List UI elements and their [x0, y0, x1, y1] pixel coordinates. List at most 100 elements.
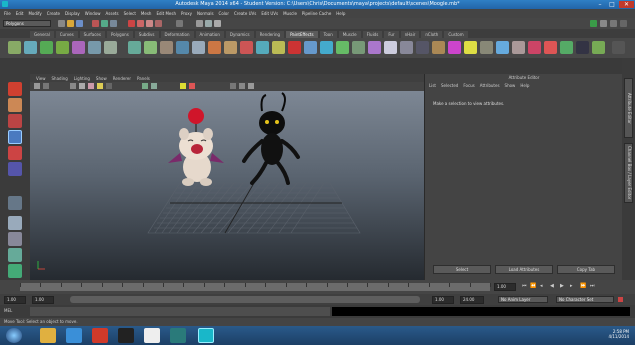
command-input[interactable] [30, 307, 330, 316]
last-tool-icon[interactable] [8, 196, 22, 210]
step-forward-frame-icon[interactable]: ▸ [570, 284, 575, 289]
go-to-end-icon[interactable]: ⏭ [590, 284, 595, 289]
gamma-icon[interactable] [189, 83, 195, 89]
tree-brush-icon[interactable] [56, 41, 69, 54]
snap-grid-icon[interactable] [128, 20, 135, 27]
select-tool-icon[interactable] [8, 82, 22, 96]
attr-menu-list[interactable]: List [429, 83, 436, 88]
shelf-tab-painteffects[interactable]: PaintEffects [286, 31, 318, 38]
paint-effects-tool-icon[interactable] [8, 41, 21, 54]
browser-icon[interactable] [66, 328, 82, 343]
attr-menu-attributes[interactable]: Attributes [480, 83, 500, 88]
explorer-icon[interactable] [40, 328, 56, 343]
menu-help[interactable]: Help [336, 11, 345, 16]
shelf-tab-curves[interactable]: Curves [55, 31, 78, 38]
snap-curve-icon[interactable] [137, 20, 144, 27]
go-to-start-icon[interactable]: ⏮ [522, 284, 527, 289]
rainbow-brush-icon[interactable] [240, 41, 253, 54]
shelf-tab-muscle[interactable]: Muscle [338, 31, 361, 38]
range-end-field[interactable]: 1.00 [432, 296, 454, 304]
anim-layer-dropdown[interactable]: No Anim Layer [498, 296, 548, 303]
terminal-icon[interactable] [118, 328, 134, 343]
shelf-tab-subdivs[interactable]: Subdivs [134, 31, 159, 38]
moogle-model[interactable] [168, 108, 224, 186]
current-frame-field[interactable]: 1.00 [494, 283, 516, 291]
hair-brush-icon[interactable] [224, 41, 237, 54]
start-frame-field[interactable]: 1.00 [4, 296, 26, 304]
attr-menu-show[interactable]: Show [505, 83, 516, 88]
viewport-menu-panels[interactable]: Panels [137, 76, 150, 81]
select-button[interactable]: Select [433, 265, 491, 274]
shadows-icon[interactable] [106, 83, 112, 89]
outliner-layout-icon[interactable] [8, 248, 22, 262]
grass-brush-icon[interactable] [40, 41, 53, 54]
time-slider[interactable]: 1.00 ⏮ ⏪ ◂ ◀ ▶ ▸ ⏩ ⏭ [0, 280, 635, 294]
menu-color[interactable]: Color [219, 11, 229, 16]
texture-brush-icon[interactable] [144, 41, 157, 54]
snap-plane-icon[interactable] [155, 20, 162, 27]
menu-edit-uvs[interactable]: Edit UVs [261, 11, 278, 16]
history-icon[interactable] [176, 20, 183, 27]
lasso-tool-icon[interactable] [8, 98, 22, 112]
menu-pipeline-cache[interactable]: Pipeline Cache [302, 11, 331, 16]
color-brush-icon[interactable] [368, 41, 381, 54]
smoke-brush-icon[interactable] [400, 41, 413, 54]
star-brush-icon[interactable] [464, 41, 477, 54]
safe-action-icon[interactable] [248, 83, 254, 89]
step-back-key-icon[interactable]: ⏪ [530, 284, 536, 289]
step-forward-key-icon[interactable]: ⏩ [580, 284, 586, 289]
viewport-menu-renderer[interactable]: Renderer [113, 76, 131, 81]
menu-display[interactable]: Display [65, 11, 80, 16]
camera-icon[interactable] [34, 83, 40, 89]
channel-box-side-tab[interactable]: Channel Box / Layer Editor [624, 143, 633, 203]
wireframe-icon[interactable] [70, 83, 76, 89]
maximize-button[interactable]: □ [606, 1, 618, 8]
menu-edit[interactable]: Edit [16, 11, 24, 16]
curve-brush-icon[interactable] [104, 41, 117, 54]
load-attributes-button[interactable]: Load Attributes [495, 265, 553, 274]
scale-tool-icon[interactable] [8, 162, 22, 176]
persp-graph-layout-icon[interactable] [8, 264, 22, 278]
attr-menu-focus[interactable]: Focus [463, 83, 474, 88]
new-scene-icon[interactable] [58, 20, 65, 27]
range-slider-bar[interactable] [70, 296, 420, 303]
menu-window[interactable]: Window [85, 11, 101, 16]
ocean-brush-icon[interactable] [320, 41, 333, 54]
light-brush-icon[interactable] [272, 41, 285, 54]
shelf-tab-surfaces[interactable]: Surfaces [79, 31, 105, 38]
viewport-menu-view[interactable]: View [36, 76, 46, 81]
sky-brush-icon[interactable] [496, 41, 509, 54]
glow-brush-icon[interactable] [288, 41, 301, 54]
shelf-tab-fur[interactable]: Fur [384, 31, 399, 38]
viewport-menu-lighting[interactable]: Lighting [74, 76, 90, 81]
ink-brush-icon[interactable] [576, 41, 589, 54]
neon-brush-icon[interactable] [448, 41, 461, 54]
show-modeling-toolkit-icon[interactable] [590, 20, 597, 27]
film-gate-icon[interactable] [239, 83, 245, 89]
menu-proxy[interactable]: Proxy [181, 11, 192, 16]
mel-label[interactable]: MEL [4, 308, 12, 313]
brush-icon[interactable] [24, 41, 37, 54]
auto-key-icon[interactable] [618, 297, 623, 302]
single-perspective-layout-icon[interactable] [8, 216, 22, 230]
render-settings-icon[interactable] [214, 20, 221, 27]
shelf-tab-ncloth[interactable]: nCloth [421, 31, 443, 38]
shelf-tab-dynamics[interactable]: Dynamics [225, 31, 254, 38]
start-button-icon[interactable] [6, 328, 22, 343]
shelf-tab-polygons[interactable]: Polygons [106, 31, 133, 38]
close-button[interactable]: ✕ [619, 1, 634, 8]
menu-edit-mesh[interactable]: Edit Mesh [156, 11, 176, 16]
render-frame-icon[interactable] [196, 20, 203, 27]
vine-brush-icon[interactable] [560, 41, 573, 54]
wire-brush-icon[interactable] [416, 41, 429, 54]
smooth-shade-icon[interactable] [79, 83, 85, 89]
perspective-viewport[interactable] [30, 91, 424, 280]
color-swatch-icon[interactable] [180, 83, 186, 89]
snap-point-icon[interactable] [146, 20, 153, 27]
time-slider-track[interactable] [20, 283, 491, 291]
menu-file[interactable]: File [4, 11, 11, 16]
paint-select-tool-icon[interactable] [8, 114, 22, 128]
attr-menu-selected[interactable]: Selected [441, 83, 458, 88]
rotate-tool-icon[interactable] [8, 146, 22, 160]
shelf-menu-icon[interactable] [612, 41, 625, 54]
